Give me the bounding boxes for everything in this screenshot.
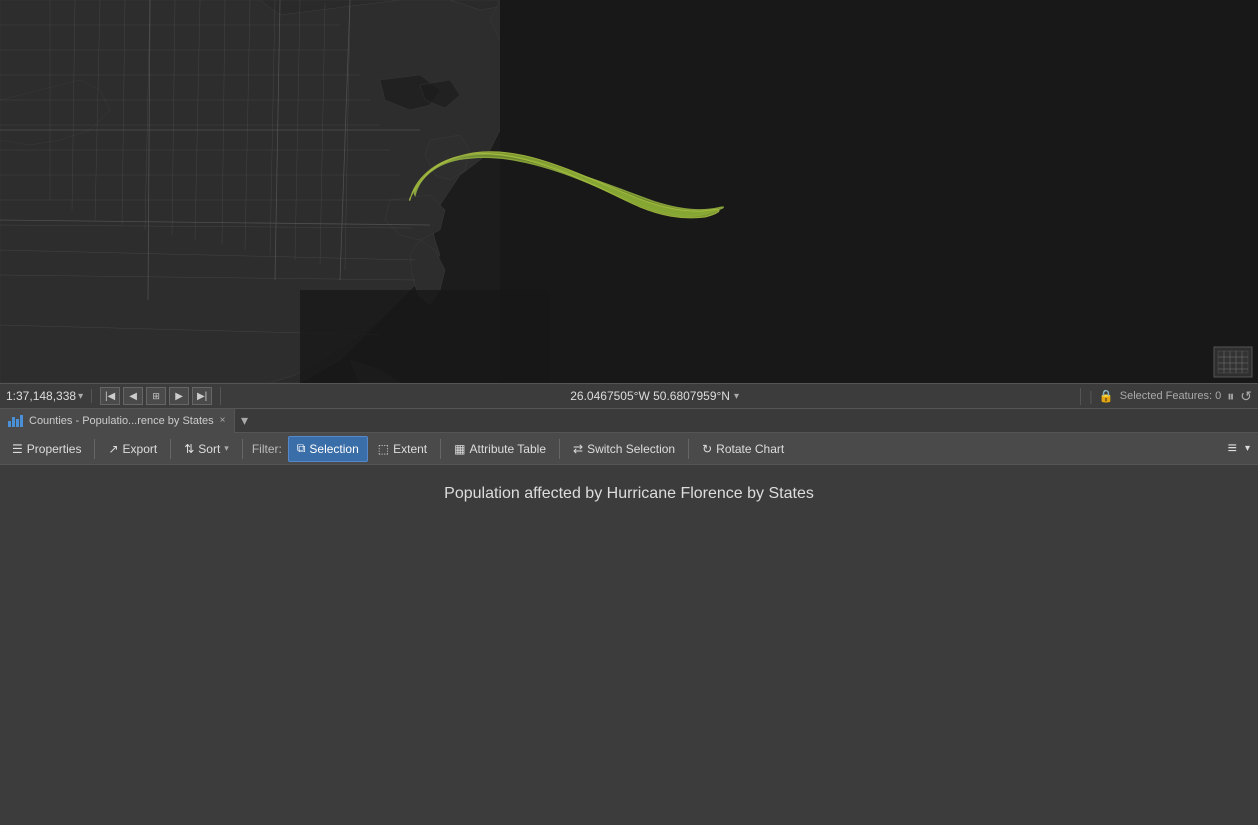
extent-filter-icon: ⬚ [378,442,389,456]
switch-selection-icon: ⇄ [573,442,583,456]
selected-features-label: Selected Features: 0 [1120,390,1222,402]
nav-tools[interactable]: |◀ ◀ ⊞ ▶ ▶| [100,387,221,405]
scale-dropdown-arrow[interactable]: ▾ [78,391,83,402]
separator-4 [440,439,441,459]
separator-1 [94,439,95,459]
rotate-chart-label: Rotate Chart [716,442,784,456]
separator-3 [242,439,243,459]
attribute-table-button[interactable]: ▦ Attribute Table [446,436,554,462]
separator-5 [559,439,560,459]
coord-text: 26.0467505°W 50.6807959°N [570,389,730,403]
refresh-btn[interactable]: ↺ [1240,388,1252,405]
tab-chart-icon [8,415,23,427]
rotate-chart-button[interactable]: ↻ Rotate Chart [694,436,792,462]
separator-6 [688,439,689,459]
export-label: Export [123,442,158,456]
coordinates-display[interactable]: 26.0467505°W 50.6807959°N ▾ [229,389,1080,403]
content-area: Population affected by Hurricane Florenc… [0,465,1258,825]
switch-selection-button[interactable]: ⇄ Switch Selection [565,436,683,462]
attribute-table-icon: ▦ [454,442,465,456]
nav-first-btn[interactable]: |◀ [100,387,120,405]
map-svg [0,0,1258,383]
toolbar: ☰ Properties ↗ Export ⇅ Sort ▾ Filter: ⧉… [0,433,1258,465]
selection-filter-icon: ⧉ [297,441,306,456]
toolbar-right: ≡ ▾ [1224,436,1254,462]
tab-bar: Counties - Populatio...rence by States ×… [0,409,1258,433]
scale-value: 1:37,148,338 [6,389,76,403]
nav-grid-btn[interactable]: ⊞ [146,387,166,405]
nav-forward-btn[interactable]: ▶ [169,387,189,405]
map-container[interactable] [0,0,1258,383]
separator-2 [170,439,171,459]
tab-add-btn[interactable]: ▾ [235,409,255,433]
export-button[interactable]: ↗ Export [100,436,165,462]
filter-label: Filter: [248,442,286,456]
nav-back-btn[interactable]: ◀ [123,387,143,405]
properties-icon: ☰ [12,442,23,456]
switch-selection-label: Switch Selection [587,442,675,456]
attribute-table-label: Attribute Table [470,442,547,456]
scale-selector[interactable]: 1:37,148,338 ▾ [6,389,92,403]
status-bar: 1:37,148,338 ▾ |◀ ◀ ⊞ ▶ ▶| 26.0467505°W … [0,383,1258,409]
selection-filter-button[interactable]: ⧉ Selection [288,436,368,462]
properties-label: Properties [27,442,82,456]
rotate-chart-icon: ↻ [702,442,712,456]
selection-filter-label: Selection [309,442,358,456]
toolbar-dropdown-button[interactable]: ▾ [1241,436,1254,462]
chart-title: Population affected by Hurricane Florenc… [444,485,814,503]
nav-last-btn[interactable]: ▶| [192,387,212,405]
extent-filter-label: Extent [393,442,427,456]
extent-filter-button[interactable]: ⬚ Extent [370,436,435,462]
properties-button[interactable]: ☰ Properties [4,436,89,462]
sort-label: Sort [198,442,220,456]
sort-dropdown-arrow: ▾ [224,443,229,454]
export-icon: ↗ [108,442,118,456]
list-view-button[interactable]: ≡ [1224,436,1241,462]
pause-btn[interactable]: ⏸ [1227,388,1234,405]
tab-label: Counties - Populatio...rence by States [29,415,214,427]
sort-icon: ⇅ [184,442,194,456]
active-tab[interactable]: Counties - Populatio...rence by States × [0,409,235,433]
tab-close-btn[interactable]: × [220,415,226,426]
right-status: | 🔒 Selected Features: 0 ⏸ ↺ [1080,388,1252,405]
coord-dropdown-arrow[interactable]: ▾ [734,391,739,402]
sort-button[interactable]: ⇅ Sort ▾ [176,436,237,462]
